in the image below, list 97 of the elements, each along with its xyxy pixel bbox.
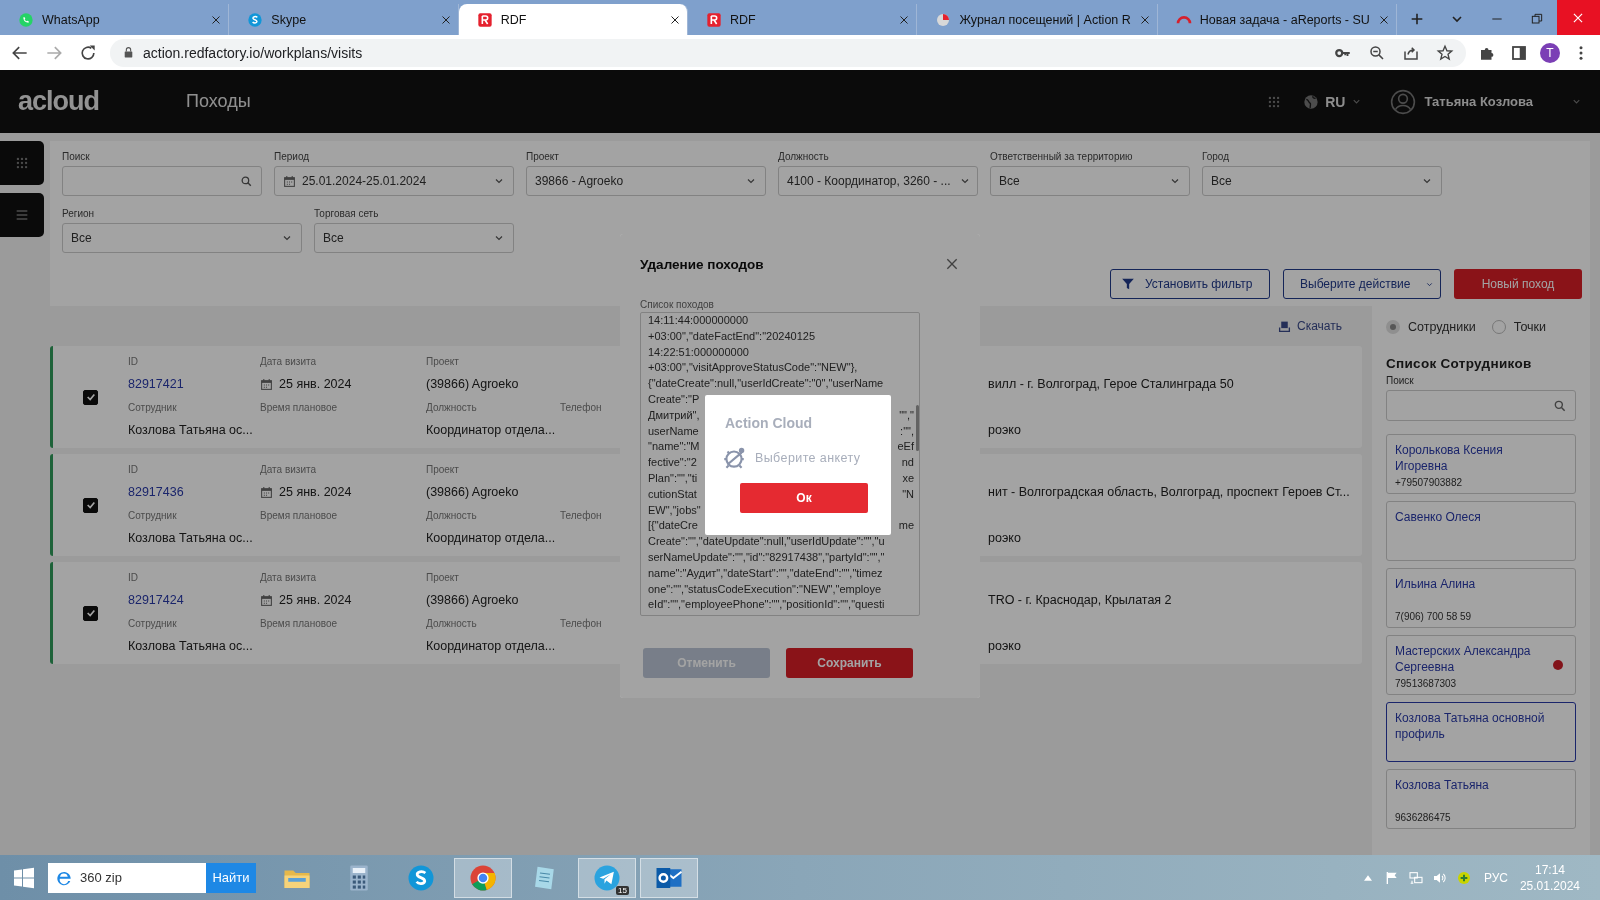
- employee-name: Козлова Татьяна основной профиль: [1395, 710, 1546, 742]
- text-line: Create":"Р: [648, 392, 700, 407]
- field-value: роэко: [988, 423, 1021, 437]
- field-label: Должность: [426, 402, 477, 415]
- text-line: fective":"2: [648, 455, 697, 471]
- text-line: 14:11:44:000000000: [648, 313, 749, 328]
- tab-title: RDF: [730, 12, 757, 27]
- field-value: 25 янв. 2024: [279, 485, 352, 499]
- employee-name: Козлова Татьяна: [1395, 777, 1490, 793]
- field-value: (39866) Agroeko: [426, 377, 519, 391]
- text-line: 14:22:51:000000000: [648, 344, 749, 360]
- field-label: Список походов: [640, 299, 715, 310]
- text-line: "name":"М: [648, 439, 700, 455]
- field-value: нит - Волгоградская область, Волгоград, проспект Героев Ст...: [988, 485, 1350, 499]
- field-label: Телефон: [560, 618, 602, 631]
- field-value: TRO - г. Краснодар, Крылатая 2: [988, 593, 1172, 607]
- tab-title: WhatsApp: [42, 12, 101, 27]
- tab-title: RDF: [500, 12, 528, 27]
- field-label: Дата визита: [260, 356, 317, 369]
- tab-title: Новая задача - aReports - SU: [1199, 12, 1370, 27]
- text-line: cutionStat: [648, 486, 697, 502]
- field-label: Дата визита: [260, 572, 317, 585]
- dialog-title: Удаление походов: [640, 256, 764, 272]
- employee-name: Королькова Ксения Игоревна: [1395, 442, 1504, 474]
- text-line: nd: [901, 455, 914, 471]
- employee-name: Ильина Алина: [1395, 576, 1477, 592]
- text-line: serNameUpdate":"","id":"82917438","partyId":"",": [648, 549, 885, 565]
- text-line: Plan":"","ti: [648, 470, 698, 486]
- field-value: 25 янв. 2024: [279, 377, 352, 391]
- field-value: Координатор отдела...: [426, 639, 556, 653]
- alert-message: Выберите анкету: [755, 451, 861, 465]
- field-label: Время плановое: [260, 618, 338, 631]
- field-label: ID: [128, 356, 138, 369]
- field-label: Проект: [426, 356, 459, 369]
- text-line: EW","jobs": [648, 502, 701, 518]
- field-label: Поиск: [62, 151, 91, 162]
- text-line: one":"","statusCodeExecution":"NEW","employe: [648, 581, 881, 597]
- field-label: Проект: [426, 572, 459, 585]
- text-line: +03:00","dateFactEnd":"20240125: [648, 328, 815, 344]
- text-line: [{"dateCre: [648, 518, 698, 534]
- field-label: Сотрудник: [128, 510, 177, 523]
- text-line: Дмитрий",: [648, 407, 700, 423]
- field-label: Сотрудник: [128, 618, 177, 631]
- field-label: ID: [128, 464, 138, 477]
- panel-title: Список Сотрудников: [1386, 356, 1533, 371]
- field-label: Время плановое: [260, 402, 338, 415]
- field-label: Должность: [778, 151, 830, 162]
- tab-title: Skype: [271, 12, 308, 27]
- alert-title: Action Cloud: [725, 415, 814, 431]
- field-label: Должность: [426, 510, 477, 523]
- text-line: +03:00","visitApproveStatusCode":"NEW"},: [648, 360, 858, 376]
- text-line: xe: [902, 470, 914, 486]
- text-line: me: [898, 518, 914, 534]
- field-label: Дата визита: [260, 464, 317, 477]
- field-label: Регион: [62, 208, 96, 219]
- field-value: Козлова Татьяна ос...: [128, 639, 253, 653]
- text-line: name":"Аудит","dateStart":"","dateEnd":"","timez: [648, 565, 883, 581]
- field-label: Ответственный за территорию: [990, 151, 1134, 162]
- field-value: роэко: [988, 531, 1021, 545]
- employee-name: Савенко Олеся: [1395, 509, 1482, 525]
- field-value: Козлова Татьяна ос...: [128, 423, 253, 437]
- field-value: (39866) Agroeko: [426, 485, 519, 499]
- field-value: вилл - г. Волгоград, Герое Сталинграда 50: [988, 377, 1234, 391]
- field-value: Координатор отдела...: [426, 531, 556, 545]
- text-line: :"",: [900, 423, 914, 439]
- page-title: Походы: [186, 91, 251, 112]
- field-label: Телефон: [560, 510, 602, 523]
- field-label: ID: [128, 572, 138, 585]
- field-label: Город: [1202, 151, 1231, 162]
- field-value: роэко: [988, 639, 1021, 653]
- field-label: Период: [274, 151, 311, 162]
- field-value: Козлова Татьяна ос...: [128, 531, 253, 545]
- text-line: "",": [899, 407, 914, 423]
- text-line: eId":"","employeePhone":"","positionId":"","questi: [648, 597, 885, 613]
- tab-title: Журнал посещений | Action R: [959, 12, 1131, 27]
- text-line: userName: [648, 423, 699, 439]
- field-label: Проект: [526, 151, 560, 162]
- text-line: {"dateCreate":null,"userIdCreate":"0","userName: [648, 376, 884, 392]
- phone-number: 9636286475: [1395, 812, 1451, 823]
- field-value: Координатор отдела...: [426, 423, 556, 437]
- field-label: Телефон: [560, 402, 602, 415]
- field-label: Время плановое: [260, 510, 338, 523]
- phone-number: 7(906) 700 58 59: [1395, 611, 1472, 622]
- field-value: 25 янв. 2024: [279, 593, 352, 607]
- phone-number: 79513687303: [1395, 678, 1457, 689]
- field-label: Сотрудник: [128, 402, 177, 415]
- badge: 15: [616, 885, 629, 895]
- text-line: "N: [902, 486, 914, 502]
- text-line: eEf: [897, 439, 914, 455]
- field-value: (39866) Agroeko: [426, 593, 519, 607]
- field-label: Поиск: [1386, 375, 1415, 386]
- field-label: Должность: [426, 618, 477, 631]
- text-line: Create":"","dateUpdate":null,"userIdUpdate":"","u: [648, 534, 885, 550]
- field-label: Проект: [426, 464, 459, 477]
- phone-number: +79507903882: [1395, 477, 1463, 488]
- employee-name: Мастерских Александра Сергеевна: [1395, 643, 1532, 675]
- field-label: Торговая сеть: [314, 208, 380, 219]
